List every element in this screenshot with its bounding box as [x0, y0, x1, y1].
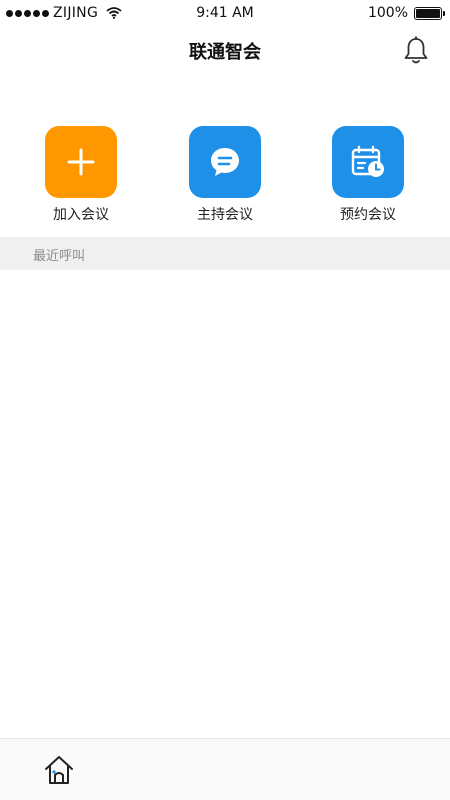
home-icon[interactable] [42, 753, 76, 787]
page-title: 联通智会 [189, 42, 261, 63]
status-right: 100% [367, 5, 445, 21]
calendar-clock-icon [332, 126, 404, 198]
nav-bar: 联通智会 [0, 28, 450, 72]
battery-fill [416, 8, 440, 18]
plus-icon [45, 126, 117, 198]
status-bar: ZIJING 9:41 AM 100% [0, 0, 450, 28]
join-meeting-button[interactable]: 加入会议 [26, 126, 136, 224]
host-meeting-label: 主持会议 [197, 207, 253, 223]
chat-bubble-icon [189, 126, 261, 198]
battery-percent: 100% [367, 5, 408, 21]
host-meeting-button[interactable]: 主持会议 [170, 126, 280, 224]
bell-icon[interactable] [402, 36, 430, 66]
quick-actions: 加入会议 主持会议 预约会议 [0, 126, 450, 226]
battery-icon [414, 6, 445, 20]
tab-bar [0, 738, 450, 800]
join-meeting-label: 加入会议 [53, 207, 109, 223]
schedule-meeting-button[interactable]: 预约会议 [313, 126, 423, 224]
recent-calls-label: 最近呼叫 [33, 249, 86, 264]
recent-calls-header: 最近呼叫 [0, 237, 450, 270]
schedule-meeting-label: 预约会议 [340, 207, 396, 223]
